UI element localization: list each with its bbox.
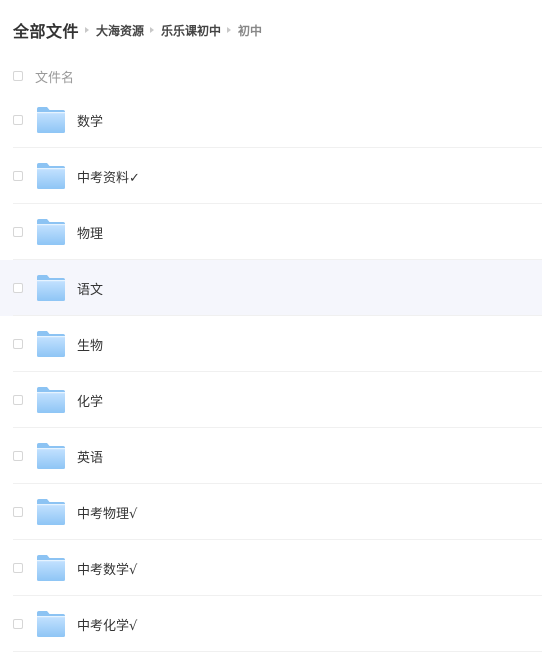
breadcrumb-item-1[interactable]: 大海资源 [96, 22, 144, 39]
folder-icon[interactable] [36, 218, 66, 246]
breadcrumb-separator-icon [85, 27, 90, 33]
file-name[interactable]: 中考数学√ [77, 559, 137, 578]
file-row-checkbox[interactable] [13, 227, 23, 237]
breadcrumb-item-2[interactable]: 乐乐课初中 [161, 22, 221, 39]
breadcrumb-item-current: 初中 [238, 23, 263, 38]
file-row-checkbox[interactable] [13, 339, 23, 349]
file-row-checkbox[interactable] [13, 115, 23, 125]
folder-icon[interactable] [36, 330, 66, 358]
list-header: 文件名 [0, 62, 542, 90]
file-name[interactable]: 英语 [77, 447, 103, 466]
file-row[interactable]: 中考化学√ [0, 596, 542, 652]
file-row[interactable]: 物理 [0, 204, 542, 260]
folder-icon[interactable] [36, 162, 66, 190]
file-row[interactable]: 生物 [0, 316, 542, 372]
file-name[interactable]: 化学 [77, 391, 103, 410]
breadcrumb: 全部文件 大海资源 乐乐课初中 初中 [13, 18, 262, 42]
file-row-checkbox[interactable] [13, 171, 23, 181]
file-name[interactable]: 中考物理√ [77, 503, 137, 522]
file-name[interactable]: 物理 [77, 223, 103, 242]
select-all-checkbox[interactable] [13, 71, 23, 81]
file-row[interactable]: 化学 [0, 372, 542, 428]
file-row-checkbox[interactable] [13, 451, 23, 461]
file-row[interactable]: 中考物理√ [0, 484, 542, 540]
file-name[interactable]: 中考资料✓ [77, 167, 140, 186]
file-row-checkbox[interactable] [13, 507, 23, 517]
file-name[interactable]: 中考化学√ [77, 615, 137, 634]
file-row-checkbox[interactable] [13, 619, 23, 629]
file-row[interactable]: 中考数学√ [0, 540, 542, 596]
folder-icon[interactable] [36, 106, 66, 134]
folder-icon[interactable] [36, 274, 66, 302]
file-name[interactable]: 数学 [77, 111, 103, 130]
folder-icon[interactable] [36, 442, 66, 470]
folder-icon[interactable] [36, 386, 66, 414]
file-row-checkbox[interactable] [13, 395, 23, 405]
file-row[interactable]: 中考资料✓ [0, 148, 542, 204]
folder-icon[interactable] [36, 610, 66, 638]
file-row-checkbox[interactable] [13, 283, 23, 293]
breadcrumb-root[interactable]: 全部文件 [13, 18, 79, 42]
column-header-filename[interactable]: 文件名 [35, 67, 74, 86]
folder-icon[interactable] [36, 554, 66, 582]
breadcrumb-separator-icon [227, 27, 232, 33]
file-row[interactable]: 数学 [0, 92, 542, 148]
file-row-checkbox[interactable] [13, 563, 23, 573]
file-name[interactable]: 生物 [77, 335, 103, 354]
file-row[interactable]: 语文 [0, 260, 542, 316]
file-row[interactable]: 英语 [0, 428, 542, 484]
file-list: 数学中考资料✓ 物理语文生物化学英语中考物理√ 中考数学√ 中考化学√ [0, 92, 542, 652]
file-name[interactable]: 语文 [77, 279, 103, 298]
folder-icon[interactable] [36, 498, 66, 526]
breadcrumb-separator-icon [150, 27, 155, 33]
